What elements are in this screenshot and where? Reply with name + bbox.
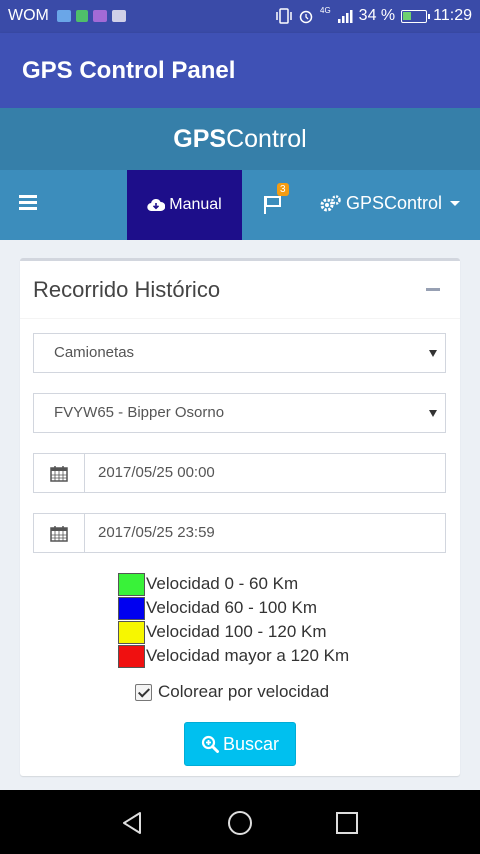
search-button[interactable]: Buscar [184, 722, 296, 766]
mail-icon [111, 10, 126, 22]
legend-label: Velocidad 100 - 120 Km [146, 622, 327, 641]
legend-item: Velocidad 60 - 100 Km [118, 596, 349, 620]
date-to-value: 2017/05/25 23:59 [98, 524, 215, 541]
gps-control-label: GPSControl [346, 193, 443, 213]
legend-swatch [118, 572, 145, 596]
brand-bar: GPSControl [0, 108, 480, 170]
vehicle-value: FVYW65 - Bipper Osorno [54, 404, 225, 421]
battery-icon [401, 9, 431, 23]
date-to-input[interactable]: 2017/05/25 23:59 [33, 513, 446, 553]
back-icon[interactable] [120, 810, 146, 836]
date-from-input[interactable]: 2017/05/25 00:00 [33, 453, 446, 493]
app-icon [92, 10, 107, 22]
legend-item: Velocidad 100 - 120 Km [118, 620, 349, 644]
color-by-speed-option: Colorear por velocidad [135, 682, 329, 702]
legend-label: Velocidad 0 - 60 Km [146, 574, 299, 593]
calendar-icon[interactable] [34, 514, 85, 552]
legend-label: Velocidad 60 - 100 Km [146, 598, 318, 617]
legend-swatch [118, 620, 145, 644]
brand-light: Control [226, 125, 307, 153]
legend-item: Velocidad mayor a 120 Km [118, 644, 349, 668]
cloud-download-icon [147, 198, 166, 212]
chevron-down-icon [450, 201, 461, 206]
home-icon[interactable] [227, 810, 253, 836]
color-by-speed-label: Colorear por velocidad [158, 682, 330, 701]
battery-percent: 34 % [358, 7, 396, 24]
date-from-value: 2017/05/25 00:00 [98, 464, 215, 481]
gps-control-menu[interactable]: GPSControl [320, 193, 461, 214]
legend-swatch [118, 644, 145, 668]
historic-route-panel: Recorrido Histórico Camionetas FVYW65 - … [20, 258, 460, 776]
app-title: GPS Control Panel [22, 57, 236, 84]
carrier-name: WOM [8, 7, 49, 24]
panel-title: Recorrido Histórico [33, 277, 221, 302]
vibrate-icon [276, 8, 292, 24]
status-bar: WOM 4G 34 % 11:29 [0, 0, 480, 33]
brand-logo[interactable]: GPSControl [0, 108, 480, 170]
search-plus-icon [201, 735, 219, 753]
app-bar: GPS Control Panel [0, 33, 480, 108]
manual-label: Manual [169, 196, 222, 213]
recents-icon[interactable] [334, 810, 360, 836]
status-bar-right: 4G 34 % 11:29 [276, 5, 472, 25]
puzzle-icon [75, 10, 88, 22]
dropdown-arrow-icon [429, 410, 437, 417]
search-label: Buscar [222, 733, 280, 754]
panel-header: Recorrido Histórico [20, 261, 460, 319]
alarm-icon [299, 10, 313, 24]
color-by-speed-checkbox[interactable] [135, 683, 152, 701]
dropdown-arrow-icon [429, 350, 437, 357]
vehicle-type-select[interactable]: Camionetas [33, 333, 446, 373]
menu-toggle-icon[interactable] [19, 195, 37, 211]
brand-bold: GPS [173, 125, 227, 153]
legend-label: Velocidad mayor a 120 Km [146, 646, 350, 665]
clock: 11:29 [433, 7, 472, 24]
system-navigation-bar [0, 790, 480, 854]
gears-icon [320, 194, 341, 211]
legend-swatch [118, 596, 145, 620]
notification-badge: 3 [277, 183, 289, 196]
message-icon [56, 10, 71, 22]
nav-bar: Manual 3 GPSControl [0, 170, 480, 240]
network-type: 4G [320, 5, 331, 15]
status-bar-left: WOM [8, 7, 126, 25]
speed-legend: Velocidad 0 - 60 Km Velocidad 60 - 100 K… [118, 572, 349, 668]
vehicle-select[interactable]: FVYW65 - Bipper Osorno [33, 393, 446, 433]
manual-button[interactable]: Manual [127, 170, 242, 240]
vehicle-type-value: Camionetas [54, 344, 135, 361]
minus-icon[interactable] [426, 288, 440, 291]
calendar-icon[interactable] [34, 454, 85, 492]
legend-item: Velocidad 0 - 60 Km [118, 572, 349, 596]
signal-icon [337, 10, 353, 23]
